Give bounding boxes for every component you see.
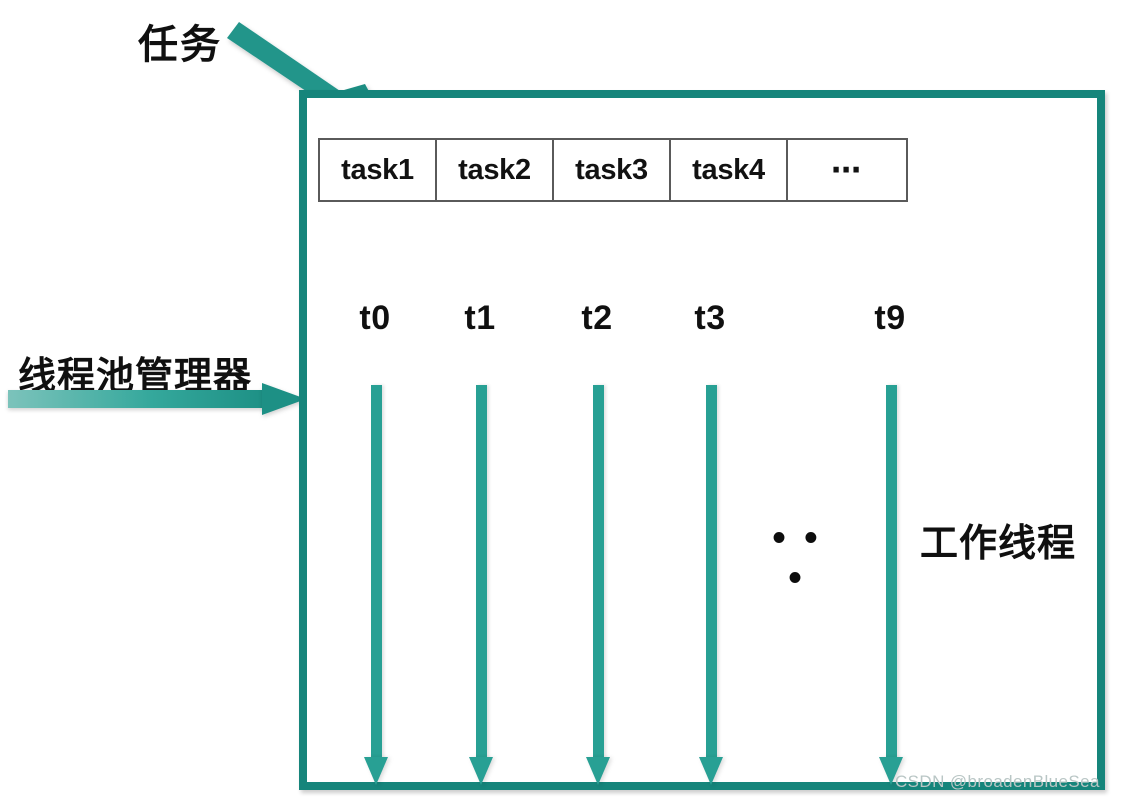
arrow-shaft: [476, 385, 487, 760]
worker-thread-arrow-t0: [364, 385, 388, 785]
worker-thread-arrow-t9: [879, 385, 903, 785]
arrow-head: [469, 757, 493, 785]
threads-ellipsis: • • •: [772, 517, 822, 599]
task-queue: task1 task2 task3 task4 ⋯: [318, 138, 908, 202]
watermark: CSDN @broadenBlueSea: [895, 772, 1100, 791]
arrow-shaft: [886, 385, 897, 760]
thread-label-t9: t9: [874, 299, 906, 337]
arrow-shaft: [593, 385, 604, 760]
arrow-shaft: [371, 385, 382, 760]
thread-label-t3: t3: [694, 299, 726, 337]
arrow-head: [364, 757, 388, 785]
arrow-head: [586, 757, 610, 785]
thread-label-t0: t0: [359, 299, 391, 337]
task-queue-cell-overflow: ⋯: [831, 153, 863, 187]
worker-thread-arrow-t3: [699, 385, 723, 785]
arrow-head: [699, 757, 723, 785]
worker-thread-arrow-t2: [586, 385, 610, 785]
thread-label-t1: t1: [464, 299, 496, 337]
task-queue-cell: task1: [320, 140, 437, 200]
worker-thread-caption: 工作线程: [920, 523, 1077, 565]
task-queue-cell: task4: [671, 140, 788, 200]
task-queue-cell: task2: [437, 140, 554, 200]
worker-thread-arrow-t1: [469, 385, 493, 785]
task-caption: 任务: [138, 23, 222, 67]
arrow-shaft: [706, 385, 717, 760]
diagram-canvas: 任务 线程池管理器 task1 task2 task3 task4 ⋯ t0 t…: [0, 0, 1129, 803]
thread-label-t2: t2: [581, 299, 613, 337]
manager-arrow-icon: [8, 383, 306, 415]
task-queue-cell: task3: [554, 140, 671, 200]
manager-arrow-shaft: [8, 390, 266, 408]
